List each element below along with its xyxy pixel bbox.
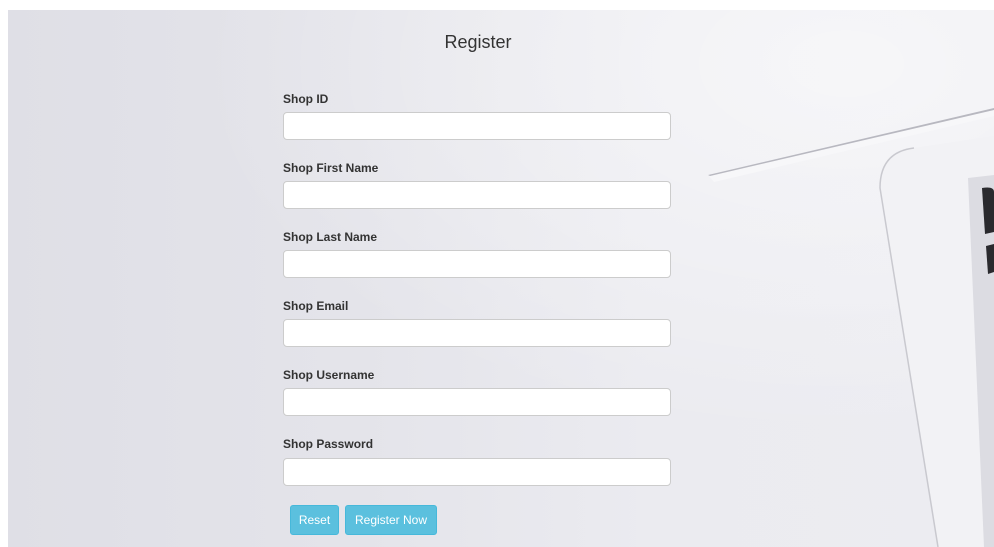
shop-password-input[interactable] bbox=[283, 458, 671, 486]
shop-id-input[interactable] bbox=[283, 112, 671, 140]
shop-first-name-input[interactable] bbox=[283, 181, 671, 209]
shop-username-label: Shop Username bbox=[283, 368, 375, 382]
form-title: Register bbox=[444, 32, 512, 52]
shop-last-name-input[interactable] bbox=[283, 250, 671, 278]
shop-last-name-label: Shop Last Name bbox=[283, 230, 378, 244]
reset-button[interactable]: Reset bbox=[290, 505, 339, 535]
shop-email-label: Shop Email bbox=[283, 299, 349, 313]
shop-username-input[interactable] bbox=[283, 388, 671, 416]
shop-email-input[interactable] bbox=[283, 319, 671, 347]
shop-first-name-label: Shop First Name bbox=[283, 161, 379, 175]
shop-password-label: Shop Password bbox=[283, 437, 374, 451]
register-now-button[interactable]: Register Now bbox=[345, 505, 437, 535]
shop-id-label: Shop ID bbox=[283, 92, 329, 106]
